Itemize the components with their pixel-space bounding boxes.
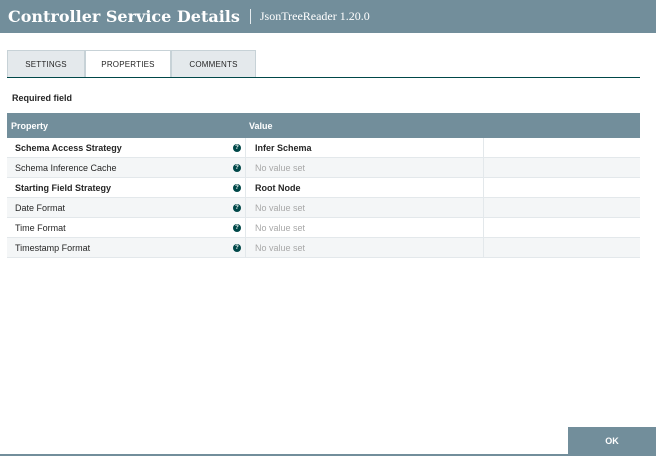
property-name: Schema Access Strategy [15,142,122,153]
tab-underline [7,77,640,78]
table-row[interactable]: Time Format? No value set [7,218,640,238]
properties-table: Property Value Schema Access Strategy? In… [7,113,640,258]
property-value[interactable]: No value set [245,238,483,257]
property-cell: Schema Access Strategy? [7,138,245,157]
table-header: Property Value [7,113,640,138]
property-value[interactable]: Root Node [245,178,483,197]
property-cell: Timestamp Format? [7,238,245,257]
dialog-subtitle: JsonTreeReader 1.20.0 [259,9,370,23]
property-value[interactable]: No value set [245,158,483,177]
table-row[interactable]: Schema Inference Cache? No value set [7,158,640,178]
help-icon[interactable]: ? [233,243,241,252]
property-cell: Schema Inference Cache? [7,158,245,177]
actions-cell [483,158,640,177]
property-cell: Starting Field Strategy? [7,178,245,197]
actions-cell [483,238,640,257]
actions-cell [483,138,640,157]
table-row[interactable]: Starting Field Strategy? Root Node [7,178,640,198]
help-icon[interactable]: ? [233,183,241,192]
property-name: Schema Inference Cache [15,162,117,173]
property-value[interactable]: Infer Schema [245,138,483,157]
property-value[interactable]: No value set [245,198,483,217]
help-icon[interactable]: ? [233,203,241,212]
column-header-property: Property [11,120,49,131]
property-cell: Date Format? [7,198,245,217]
help-icon[interactable]: ? [233,143,241,152]
tab-settings[interactable]: SETTINGS [7,50,85,77]
table-row[interactable]: Date Format? No value set [7,198,640,218]
tab-bar: SETTINGS PROPERTIES COMMENTS [7,50,256,77]
title-separator [249,9,251,24]
table-row[interactable]: Timestamp Format? No value set [7,238,640,258]
property-name: Starting Field Strategy [15,182,112,193]
dialog-header: Controller Service Details JsonTreeReade… [0,0,656,33]
property-name: Timestamp Format [15,242,91,253]
actions-cell [483,178,640,197]
table-body: Schema Access Strategy? Infer Schema Schem… [7,138,640,258]
property-name: Date Format [15,202,66,213]
help-icon[interactable]: ? [233,163,241,172]
required-field-label: Required field [12,93,73,103]
property-value[interactable]: No value set [245,218,483,237]
actions-cell [483,218,640,237]
property-cell: Time Format? [7,218,245,237]
actions-cell [483,198,640,217]
property-name: Time Format [15,222,66,233]
dialog-title: Controller Service Details [8,7,240,26]
help-icon[interactable]: ? [233,223,241,232]
table-row[interactable]: Schema Access Strategy? Infer Schema [7,138,640,158]
tab-properties[interactable]: PROPERTIES [85,50,171,77]
column-header-value: Value [249,120,273,131]
ok-button[interactable]: OK [568,427,656,454]
tab-comments[interactable]: COMMENTS [171,50,256,77]
